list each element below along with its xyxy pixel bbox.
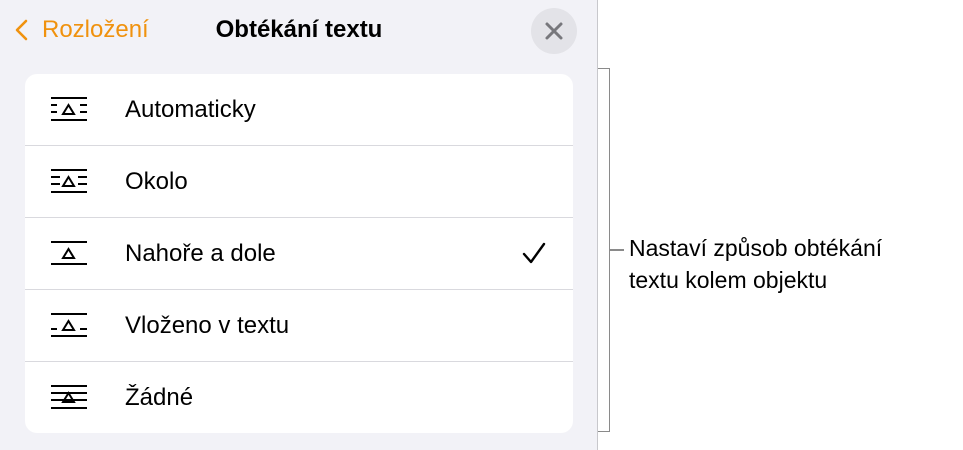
wrap-none-icon <box>51 385 87 409</box>
wrap-around-icon <box>51 169 87 193</box>
option-none[interactable]: Žádné <box>25 361 573 433</box>
chevron-left-icon <box>15 19 28 41</box>
wrap-automatic-icon <box>51 97 87 121</box>
option-automatic[interactable]: Automaticky <box>25 74 573 145</box>
checkmark-icon <box>522 242 546 264</box>
wrap-inline-icon <box>51 313 87 337</box>
option-above-below[interactable]: Nahoře a dole <box>25 217 573 289</box>
callout-line-1: Nastaví způsob obtékání <box>629 235 883 261</box>
option-label: Vloženo v textu <box>125 311 290 339</box>
option-label: Žádné <box>125 383 194 411</box>
back-button[interactable]: Rozložení <box>12 12 149 48</box>
text-wrap-panel: Rozložení Obtékání textu Automaticky Oko… <box>0 0 598 450</box>
back-button-label: Rozložení <box>42 16 149 43</box>
option-label: Okolo <box>125 167 188 195</box>
wrap-above-below-icon <box>51 241 87 265</box>
option-inline[interactable]: Vloženo v textu <box>25 289 573 361</box>
callout-text: Nastaví způsob obtékání textu kolem obje… <box>629 232 959 296</box>
option-label: Automaticky <box>125 95 256 123</box>
callout-line-2: textu kolem objektu <box>629 267 828 293</box>
wrap-options-list: Automaticky Okolo Nahoře a dole Vloženo … <box>25 74 573 433</box>
option-around[interactable]: Okolo <box>25 145 573 217</box>
close-icon <box>545 22 563 40</box>
close-button[interactable] <box>531 8 577 54</box>
panel-title: Obtékání textu <box>215 16 383 43</box>
option-label: Nahoře a dole <box>125 239 276 267</box>
callout-leader-line <box>610 249 624 251</box>
callout-bracket <box>598 68 610 432</box>
